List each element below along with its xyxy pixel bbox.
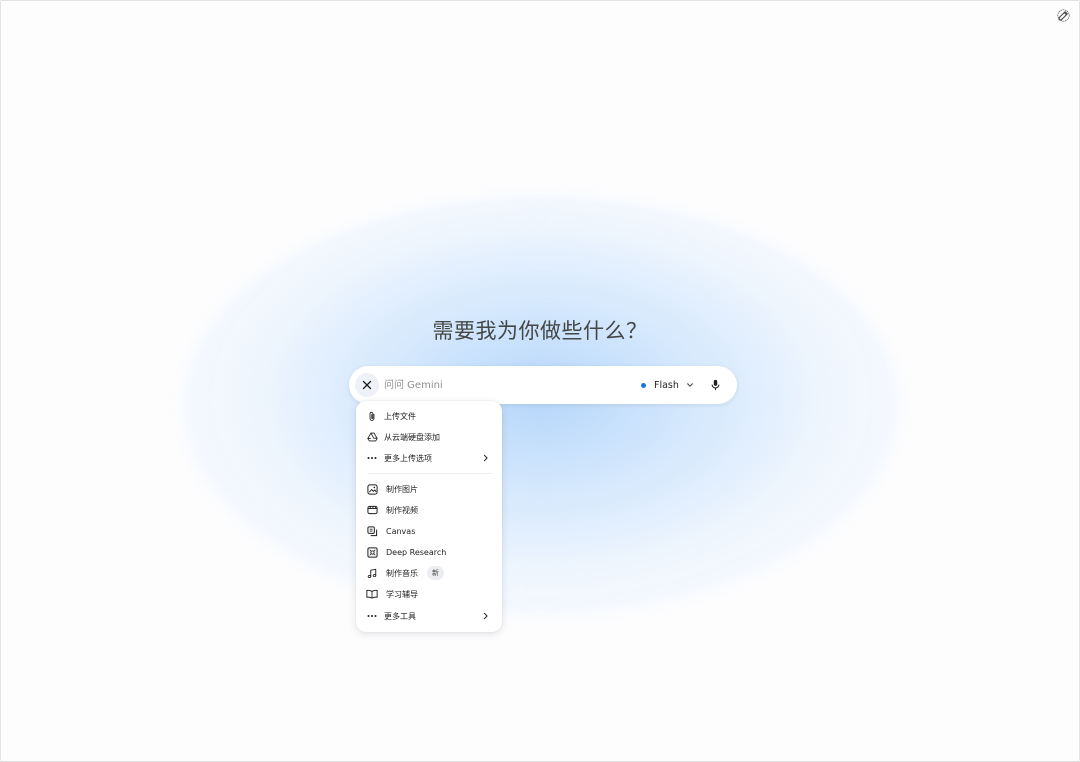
video-icon bbox=[366, 504, 378, 516]
menu-item-create-music[interactable]: 制作音乐 新 bbox=[356, 563, 502, 583]
upload-tools-menu: 上传文件 从云端硬盘添加 更多上传选项 制作图片 制作视频 Canvas Dee… bbox=[356, 401, 502, 632]
menu-item-add-from-drive[interactable]: 从云端硬盘添加 bbox=[356, 427, 502, 447]
chevron-down-icon bbox=[686, 383, 693, 387]
prompt-bar: Flash bbox=[349, 366, 737, 404]
edit-icon[interactable] bbox=[1055, 7, 1071, 23]
model-picker-button[interactable]: Flash bbox=[641, 376, 694, 394]
model-label: Flash bbox=[654, 379, 679, 391]
new-badge: 新 bbox=[427, 566, 444, 580]
app-window: 需要我为你做些什么？ Flash bbox=[0, 0, 1080, 762]
drive-icon bbox=[366, 431, 378, 443]
menu-item-create-video[interactable]: 制作视频 bbox=[356, 500, 502, 520]
menu-item-label: 更多上传选项 bbox=[384, 453, 432, 463]
chevron-right-icon bbox=[480, 453, 490, 463]
menu-item-label: 学习辅导 bbox=[386, 589, 418, 599]
menu-item-label: 制作音乐 bbox=[386, 568, 418, 578]
microphone-icon bbox=[711, 379, 719, 391]
music-note-icon bbox=[366, 567, 378, 579]
model-status-dot bbox=[641, 382, 646, 388]
close-icon bbox=[362, 380, 372, 390]
menu-item-label: 上传文件 bbox=[384, 411, 416, 421]
microphone-button[interactable] bbox=[706, 376, 724, 394]
image-icon bbox=[366, 483, 378, 495]
menu-item-label: Deep Research bbox=[386, 547, 447, 557]
book-icon bbox=[366, 588, 378, 600]
menu-item-more-tools[interactable]: 更多工具 bbox=[356, 606, 502, 626]
menu-item-label: 制作视频 bbox=[386, 505, 418, 515]
menu-item-create-image[interactable]: 制作图片 bbox=[356, 479, 502, 499]
page-title: 需要我为你做些什么？ bbox=[432, 319, 648, 343]
chevron-right-icon bbox=[480, 611, 490, 621]
close-menu-button[interactable] bbox=[355, 373, 379, 397]
canvas-icon bbox=[366, 525, 378, 537]
menu-item-label: 从云端硬盘添加 bbox=[384, 432, 440, 442]
more-horiz-icon bbox=[366, 610, 378, 622]
background-glow bbox=[181, 196, 901, 616]
menu-item-label: Canvas bbox=[386, 526, 416, 536]
more-horiz-icon bbox=[366, 452, 378, 464]
menu-divider bbox=[368, 473, 492, 474]
menu-item-guided-learning[interactable]: 学习辅导 bbox=[356, 584, 502, 604]
prompt-input[interactable] bbox=[384, 375, 624, 395]
menu-item-label: 制作图片 bbox=[386, 484, 418, 494]
paperclip-icon bbox=[366, 410, 378, 422]
menu-item-upload-file[interactable]: 上传文件 bbox=[356, 406, 502, 426]
menu-item-canvas[interactable]: Canvas bbox=[356, 521, 502, 541]
deep-research-icon bbox=[366, 546, 378, 558]
menu-item-more-upload-options[interactable]: 更多上传选项 bbox=[356, 448, 502, 468]
menu-item-deep-research[interactable]: Deep Research bbox=[356, 542, 502, 562]
menu-item-label: 更多工具 bbox=[384, 611, 416, 621]
